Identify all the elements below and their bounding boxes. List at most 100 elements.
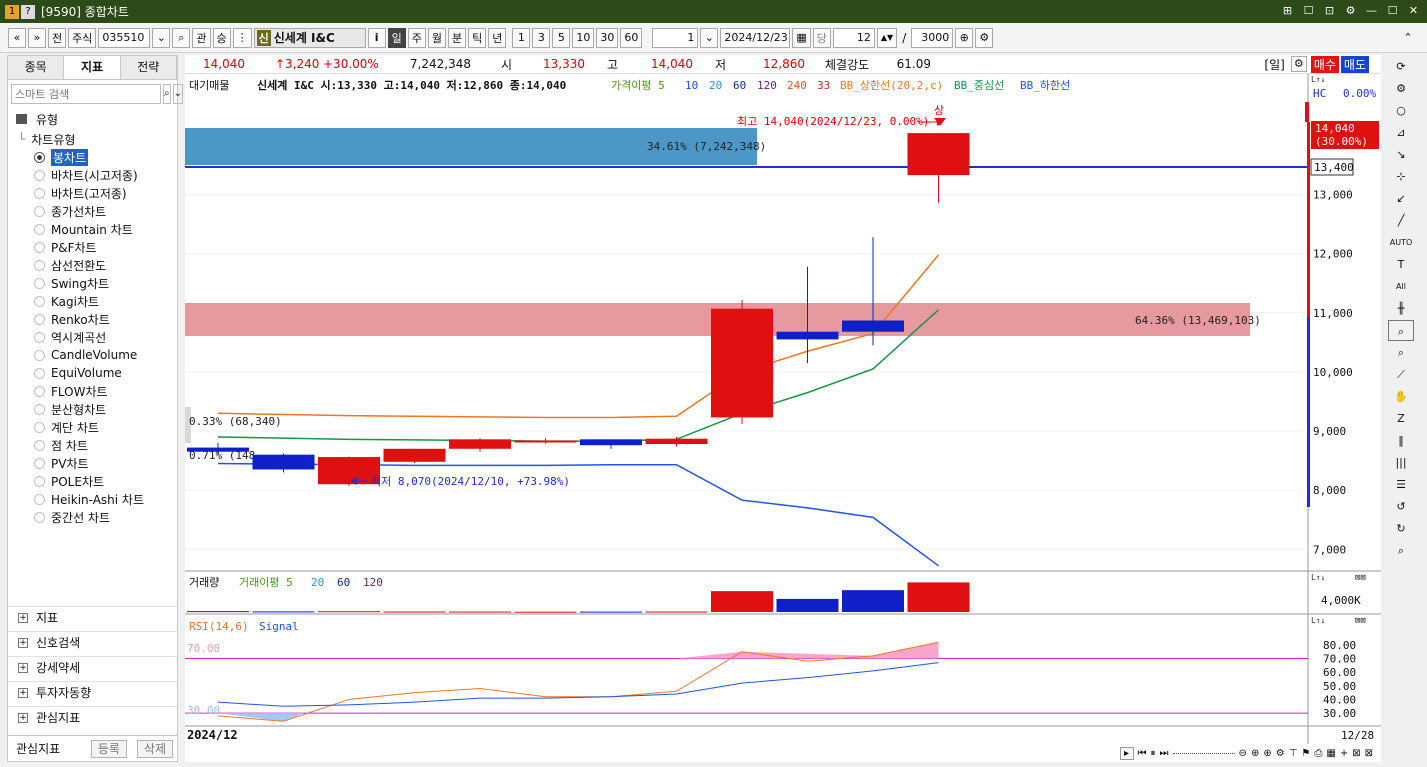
chart-type-item[interactable]: Renko차트 — [8, 310, 177, 328]
radio-button[interactable] — [34, 511, 45, 523]
grid-icon[interactable]: ▦ — [1326, 748, 1335, 759]
radio-button[interactable] — [34, 169, 45, 181]
chart-type-item[interactable]: P&F차트 — [8, 238, 177, 256]
collapse-chevron-icon[interactable]: ⌃ — [1399, 28, 1417, 48]
bars-icon[interactable]: ||| — [1388, 452, 1414, 473]
date-input[interactable]: 2024/12/23 — [720, 27, 791, 48]
copy-window-icon[interactable]: ☐ — [1301, 3, 1316, 18]
rsi-title[interactable]: RSI(14,6) — [189, 620, 249, 633]
section-indicator[interactable]: + 지표 — [8, 606, 177, 628]
radio-button[interactable] — [34, 241, 45, 253]
zoom-in-icon[interactable]: ⊕ — [955, 27, 974, 48]
arrow-tool-icon[interactable]: ↘ — [1388, 144, 1414, 165]
radio-button[interactable] — [34, 349, 45, 361]
radio-button[interactable] — [34, 475, 45, 487]
radio-button[interactable] — [34, 421, 45, 433]
count-stepper-icon[interactable]: ▲▼ — [876, 27, 898, 48]
chart-type-item[interactable]: 역시계곡선 — [8, 328, 177, 346]
legend-ma-20[interactable]: 20 — [709, 79, 722, 92]
search-tool-icon[interactable]: ⌕ — [1388, 540, 1414, 561]
chart-type-item[interactable]: Heikin-Ashi 차트 — [8, 490, 177, 508]
tab-strategy[interactable]: 전략 — [120, 56, 177, 79]
radio-button[interactable] — [34, 313, 45, 325]
volume-panel-icons[interactable]: L↑↓ — [1311, 573, 1325, 582]
add-panel-icon[interactable]: + — [1340, 748, 1348, 759]
radio-button[interactable] — [34, 385, 45, 397]
tab-indicator[interactable]: 지표 — [64, 56, 121, 79]
radio-button[interactable] — [34, 259, 45, 271]
period-tick-button[interactable]: 틱 — [468, 27, 487, 48]
chart-type-item[interactable]: 봉차트 — [8, 148, 177, 166]
chart-type-item[interactable]: 분산형차트 — [8, 400, 177, 418]
period-week-button[interactable]: 주 — [407, 27, 426, 48]
goto-start-icon[interactable]: ⏮ — [1138, 748, 1147, 759]
goto-end-icon[interactable]: ⏭ — [1160, 748, 1169, 759]
minute-10-button[interactable]: 10 — [572, 27, 595, 48]
legend-ma-10[interactable]: 10 — [685, 79, 698, 92]
settings-icon[interactable]: ⚙ — [1388, 78, 1414, 99]
hand-icon[interactable]: ✋ — [1388, 386, 1414, 407]
period-month-button[interactable]: 월 — [427, 27, 446, 48]
chart-type-item[interactable]: PV차트 — [8, 454, 177, 472]
radio-button[interactable] — [34, 331, 45, 343]
settings-gear-icon[interactable]: ⚙ — [1343, 3, 1358, 18]
rsi-signal-label[interactable]: Signal — [259, 620, 299, 633]
maximize-button[interactable]: ☐ — [1385, 3, 1400, 18]
rsi-panel-icons[interactable]: L↑↓ — [1311, 616, 1325, 625]
interval-chevron-icon[interactable]: ⌄ — [700, 27, 719, 48]
stock-info-button[interactable]: i — [367, 27, 386, 48]
legend-price-ma[interactable]: 가격이평 5 — [611, 79, 665, 92]
line-tool-icon[interactable]: ╱ — [1388, 210, 1414, 231]
radio-button[interactable] — [34, 151, 45, 163]
tree-group-chart-type[interactable]: └ 차트유형 — [8, 130, 177, 148]
flag-icon[interactable]: ⚑ — [1301, 748, 1310, 759]
all-delete-icon[interactable]: All — [1388, 276, 1414, 297]
display-count-input[interactable]: 12 — [832, 27, 875, 48]
tab-stock[interactable]: 종목 — [8, 56, 65, 79]
search-icon[interactable]: ⌕ — [172, 27, 191, 48]
chart-type-item[interactable]: CandleVolume — [8, 346, 177, 364]
buy-button[interactable]: 매수 — [1310, 55, 1339, 73]
volume-ma-120[interactable]: 120 — [363, 576, 383, 589]
legend-bb-mid[interactable]: BB_중심선 — [954, 79, 1004, 92]
chart-type-item[interactable]: 점 차트 — [8, 436, 177, 454]
radio-button[interactable] — [34, 493, 45, 505]
chart-type-item[interactable]: 계단 차트 — [8, 418, 177, 436]
watchlist-button[interactable]: 관 — [192, 27, 211, 48]
close-panel-icon[interactable]: ⊠ — [1365, 748, 1373, 759]
volume-ma-label[interactable]: 거래이평 5 — [239, 576, 293, 589]
chart-svg[interactable]: 34.61% (7,242,348) 64.36% (13,469,103) 0… — [185, 74, 1381, 744]
delete-button[interactable]: 삭제 — [136, 739, 173, 758]
radio-button[interactable] — [34, 439, 45, 451]
stock-code-input[interactable]: 035510 — [98, 27, 151, 48]
stock-name-field[interactable]: 신 신세계 I&C — [253, 27, 366, 48]
section-signal-search[interactable]: + 신호검색 — [8, 631, 177, 653]
zoom-in-icon[interactable]: ⊕ — [1251, 748, 1259, 759]
period-minute-button[interactable]: 분 — [448, 27, 467, 48]
sell-button[interactable]: 매도 — [1340, 55, 1369, 73]
circle-icon[interactable]: ○ — [1388, 100, 1414, 121]
tree-section-type[interactable]: 유형 — [8, 108, 177, 130]
angle-tool-icon[interactable]: ↙ — [1388, 188, 1414, 209]
radio-button[interactable] — [34, 457, 45, 469]
scroll-right-icon[interactable]: ▸ — [1119, 746, 1134, 760]
section-investor[interactable]: + 투자자동향 — [8, 681, 177, 703]
chart-type-item[interactable]: 바차트(고저종) — [8, 184, 177, 202]
total-count-input[interactable]: 3000 — [911, 27, 954, 48]
search-icon[interactable]: ⌕ — [163, 84, 171, 104]
auto-line-icon[interactable]: AUTO — [1388, 232, 1414, 253]
minimize-button[interactable]: — — [1364, 3, 1379, 18]
smart-search-input[interactable] — [11, 84, 161, 104]
help-icon[interactable]: ? — [21, 4, 35, 19]
chart-type-item[interactable]: 삼선전환도 — [8, 256, 177, 274]
chart-type-item[interactable]: Swing차트 — [8, 274, 177, 292]
chart-type-item[interactable]: 중간선 차트 — [8, 508, 177, 526]
app-number-icon[interactable]: 1 — [5, 4, 19, 19]
panel-lock-icon[interactable]: L↑↓ — [1311, 75, 1325, 84]
chart-type-item[interactable]: POLE차트 — [8, 472, 177, 490]
legend-ma-240[interactable]: 240 — [787, 79, 807, 92]
tile-icon[interactable]: ⊞ — [1280, 3, 1295, 18]
bottom-settings-icon[interactable]: ⚙ — [1276, 748, 1285, 759]
period-year-button[interactable]: 년 — [488, 27, 507, 48]
minute-30-button[interactable]: 30 — [596, 27, 619, 48]
